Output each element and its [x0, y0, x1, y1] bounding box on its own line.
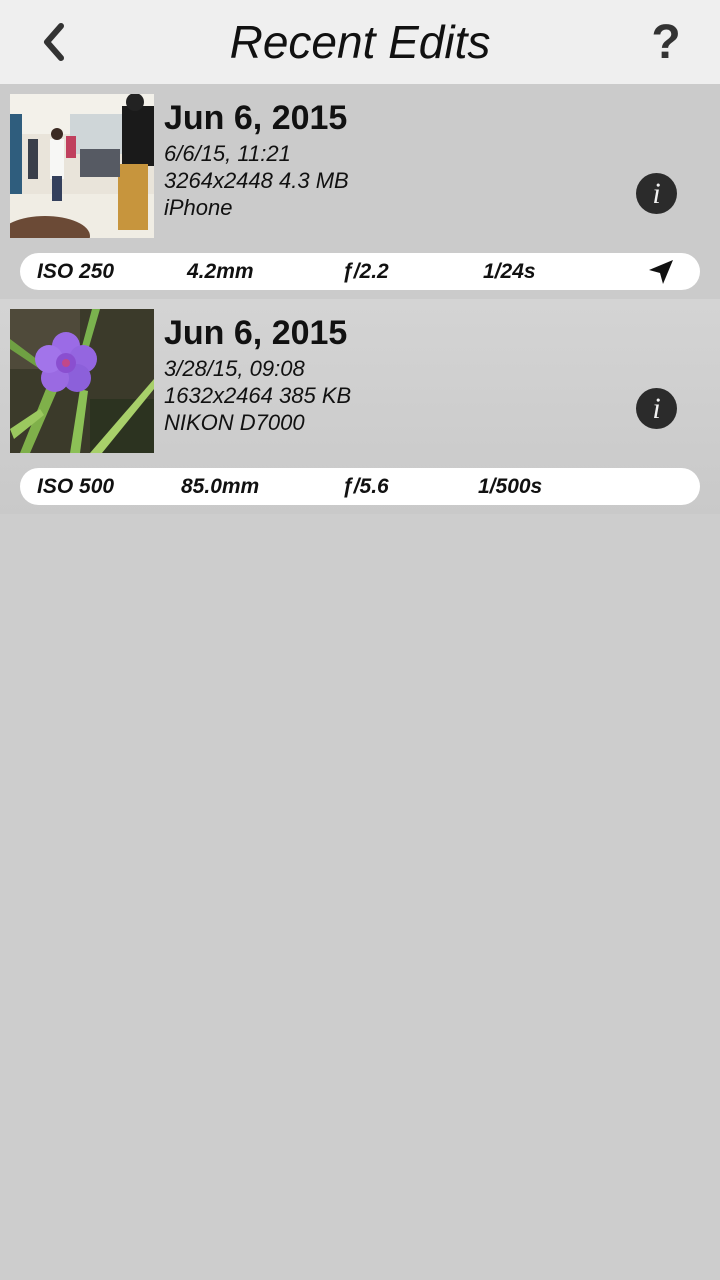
photo-timestamp: 3/28/15, 09:08 — [164, 356, 305, 381]
top-bar: Recent Edits ? — [0, 0, 720, 84]
exif-bar: ISO 250 4.2mm ƒ/2.2 1/24s — [20, 253, 700, 290]
photo-camera: iPhone — [164, 195, 233, 220]
info-icon: i — [652, 392, 661, 425]
photo-dimensions-size: 1632x2464 385 KB — [164, 383, 352, 408]
photo-row[interactable]: Jun 6, 2015 3/28/15, 09:08 1632x2464 385… — [0, 299, 720, 514]
back-button[interactable] — [28, 16, 80, 68]
location-arrow-icon[interactable] — [648, 259, 674, 285]
exif-aperture: ƒ/5.6 — [342, 475, 389, 498]
exif-focal-length: 4.2mm — [187, 260, 254, 283]
exif-focal-length: 85.0mm — [181, 475, 260, 498]
info-button[interactable]: i — [636, 388, 677, 429]
photo-timestamp: 6/6/15, 11:21 — [164, 141, 291, 166]
photo-info: Jun 6, 2015 6/6/15, 11:21 3264x2448 4.3 … — [164, 96, 349, 221]
chevron-left-icon — [44, 23, 64, 61]
exif-iso: ISO 250 — [37, 260, 115, 283]
info-button[interactable]: i — [636, 173, 677, 214]
exif-bar: ISO 500 85.0mm ƒ/5.6 1/500s — [20, 468, 700, 505]
photo-date: Jun 6, 2015 — [164, 314, 348, 352]
photo-camera: NIKON D7000 — [164, 410, 305, 435]
photo-info: Jun 6, 2015 3/28/15, 09:08 1632x2464 385… — [164, 311, 351, 436]
info-icon: i — [652, 177, 661, 210]
exif-aperture: ƒ/2.2 — [342, 260, 389, 283]
exif-shutter-speed: 1/500s — [478, 475, 543, 498]
photo-thumbnail[interactable] — [10, 309, 154, 453]
photo-row[interactable]: Jun 6, 2015 6/6/15, 11:21 3264x2448 4.3 … — [0, 84, 720, 299]
question-mark-icon: ? — [651, 15, 681, 69]
photo-dimensions-size: 3264x2448 4.3 MB — [164, 168, 349, 193]
help-button[interactable]: ? — [638, 14, 694, 70]
page-title: Recent Edits — [229, 16, 491, 68]
photo-thumbnail[interactable] — [10, 94, 154, 238]
exif-shutter-speed: 1/24s — [483, 260, 536, 283]
photo-date: Jun 6, 2015 — [164, 99, 348, 137]
exif-iso: ISO 500 — [37, 475, 115, 498]
